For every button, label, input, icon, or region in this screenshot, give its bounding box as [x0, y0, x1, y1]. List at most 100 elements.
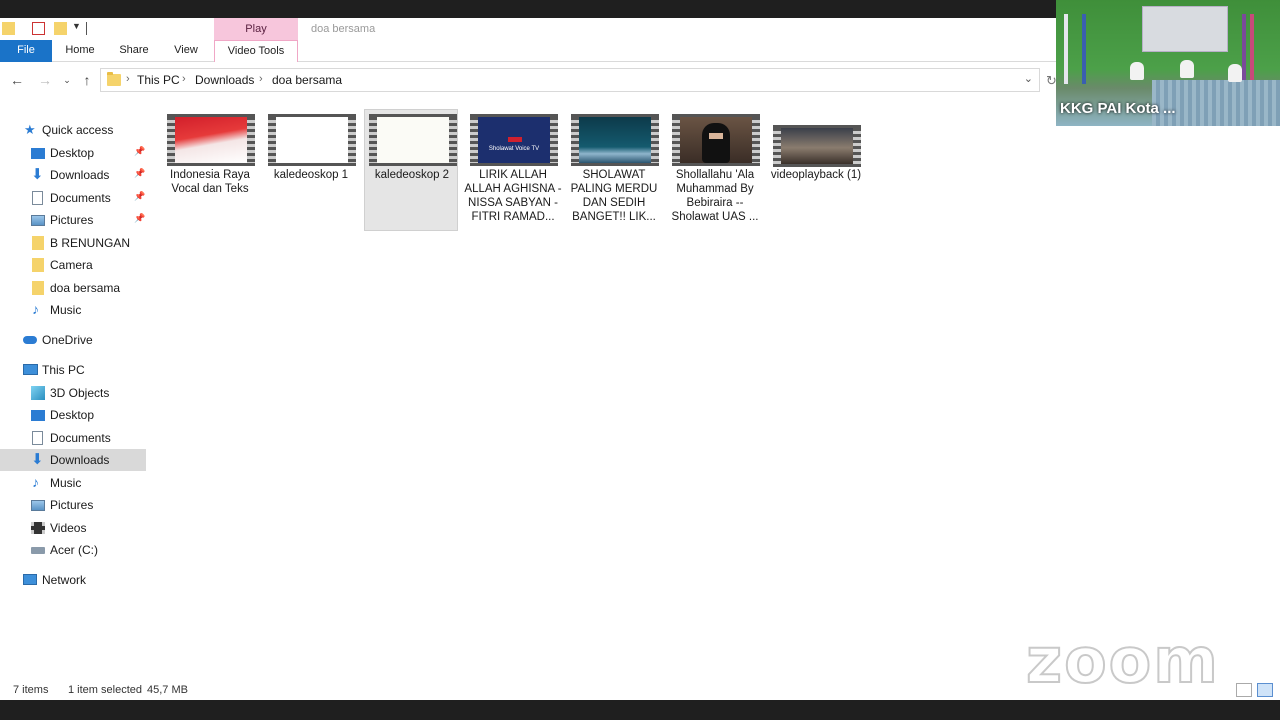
zoom-participant-video[interactable]: KKG PAI Kota ... [1056, 0, 1280, 126]
document-icon [32, 431, 43, 445]
star-icon: ★ [24, 122, 36, 137]
nav-label: B RENUNGAN [50, 236, 131, 250]
folder-icon [32, 258, 44, 272]
thumbnail-figure [702, 123, 730, 163]
file-item[interactable]: Indonesia Raya Vocal dan Teks [160, 110, 255, 232]
nav-label: Pictures [50, 213, 94, 227]
nav-label: Downloads [50, 453, 110, 467]
desktop-icon [31, 148, 45, 159]
participant-name: KKG PAI Kota ... [1060, 100, 1176, 117]
cube-icon [31, 386, 45, 400]
forward-button[interactable]: → [36, 71, 54, 89]
nav-label: Camera [50, 258, 93, 272]
nav-item-pictures[interactable]: Pictures 📌 [0, 209, 146, 231]
document-icon [32, 191, 43, 205]
large-icons-view-button[interactable] [1257, 683, 1273, 697]
nav-item-pc-documents[interactable]: Documents [0, 427, 146, 449]
nav-network[interactable]: Network [0, 569, 146, 591]
address-bar[interactable]: › This PC › Downloads › doa bersama ⌄ [100, 68, 1040, 92]
file-item[interactable]: kaledeoskop 1 [261, 110, 356, 232]
film-icon [31, 522, 45, 534]
nav-label: Desktop [50, 146, 95, 160]
nav-item-doa-bersama[interactable]: doa bersama [0, 277, 146, 299]
nav-label: Documents [50, 191, 111, 205]
nav-item-downloads[interactable]: ⬇ Downloads 📌 [0, 164, 146, 186]
nav-label: OneDrive [42, 333, 93, 347]
nav-onedrive[interactable]: OneDrive [0, 329, 146, 351]
file-name: Indonesia Raya Vocal dan Teks [170, 169, 250, 195]
selection-count: 1 item selected [68, 684, 142, 696]
breadcrumb-downloads[interactable]: Downloads [195, 73, 254, 87]
pictures-icon [31, 500, 45, 511]
breadcrumb-this-pc[interactable]: This PC [137, 73, 180, 87]
tab-share[interactable]: Share [110, 40, 158, 62]
folder-icon[interactable] [2, 22, 15, 35]
file-name: kaledeoskop 2 [374, 169, 450, 181]
nav-item-desktop[interactable]: Desktop 📌 [0, 142, 146, 164]
nav-item-documents[interactable]: Documents 📌 [0, 187, 146, 209]
nav-item-b-renungan[interactable]: B RENUNGAN [0, 232, 146, 254]
nav-label: Music [50, 476, 82, 490]
recent-locations-button[interactable]: ⌄ [58, 71, 76, 89]
file-item[interactable]: SHOLAWAT PALING MERDU DAN SEDIH BANGET!!… [564, 110, 659, 232]
pin-icon[interactable]: 📌 [134, 146, 145, 157]
nav-label: Network [42, 573, 87, 587]
details-view-button[interactable] [1236, 683, 1252, 697]
folder-icon [32, 236, 44, 250]
video-thumbnail: Sholawat Voice TV [470, 114, 558, 166]
file-name: videoplayback (1) [770, 169, 862, 181]
download-arrow-icon: ⬇ [31, 166, 44, 183]
file-item[interactable]: Sholawat Voice TV LIRIK ALLAH ALLAH AGHI… [463, 110, 562, 232]
flag-pole [1242, 14, 1246, 84]
pin-icon[interactable]: 📌 [134, 213, 145, 224]
tab-home[interactable]: Home [56, 40, 104, 62]
back-button[interactable]: ← [8, 71, 26, 89]
nav-label: Pictures [50, 498, 94, 512]
nav-item-pc-desktop[interactable]: Desktop [0, 404, 146, 426]
window-title: doa bersama [311, 23, 376, 35]
nav-label: Quick access [42, 123, 114, 137]
nav-item-3d-objects[interactable]: 3D Objects [0, 382, 146, 404]
title-separator [86, 22, 87, 35]
breadcrumb-doa-bersama[interactable]: doa bersama [272, 73, 342, 87]
participant-figure [1180, 60, 1194, 78]
tab-file[interactable]: File [0, 40, 52, 62]
pin-icon[interactable]: 📌 [134, 168, 145, 179]
file-item-selected[interactable]: kaledeoskop 2 [364, 109, 458, 231]
nav-item-pc-videos[interactable]: Videos [0, 517, 146, 539]
nav-item-camera[interactable]: Camera [0, 254, 146, 276]
tab-view[interactable]: View [164, 40, 208, 62]
customize-toolbar-icon[interactable]: ▼ [72, 21, 81, 31]
nav-item-pc-music[interactable]: ♪ Music [0, 472, 146, 494]
music-note-icon: ♪ [32, 301, 39, 317]
nav-item-acer-c[interactable]: Acer (C:) [0, 539, 146, 561]
nav-label: Music [50, 303, 82, 317]
file-item[interactable]: videoplayback (1) [766, 110, 861, 232]
chevron-right-icon: › [126, 73, 130, 85]
video-thumbnail [167, 114, 255, 166]
download-arrow-icon: ⬇ [31, 451, 44, 468]
nav-label: Downloads [50, 168, 110, 182]
nav-this-pc[interactable]: This PC [0, 359, 146, 381]
cloud-icon [23, 336, 37, 344]
item-count: 7 items [13, 684, 49, 696]
tab-video-tools[interactable]: Video Tools [214, 40, 298, 63]
participant-figure [1228, 64, 1242, 82]
file-item[interactable]: Shollallahu 'Ala Muhammad By Bebiraira -… [665, 110, 760, 232]
new-folder-icon[interactable] [54, 22, 67, 35]
video-thumbnail [773, 125, 861, 167]
properties-icon[interactable] [32, 22, 45, 35]
thumbnail-image [579, 117, 651, 163]
chevron-down-icon[interactable]: ⌄ [1024, 72, 1033, 85]
nav-label: 3D Objects [50, 386, 110, 400]
nav-item-music[interactable]: ♪ Music [0, 299, 146, 321]
flag-pole [1250, 14, 1254, 84]
navigation-pane: ★ Quick access Desktop 📌 ⬇ Downloads 📌 D… [0, 118, 150, 678]
event-banner [1142, 6, 1228, 52]
thumbnail-image [276, 117, 348, 163]
nav-item-pc-pictures[interactable]: Pictures [0, 494, 146, 516]
up-button[interactable]: ↑ [78, 71, 96, 89]
pin-icon[interactable]: 📌 [134, 191, 145, 202]
nav-quick-access[interactable]: ★ Quick access [0, 119, 146, 141]
nav-item-pc-downloads[interactable]: ⬇ Downloads [0, 449, 146, 471]
